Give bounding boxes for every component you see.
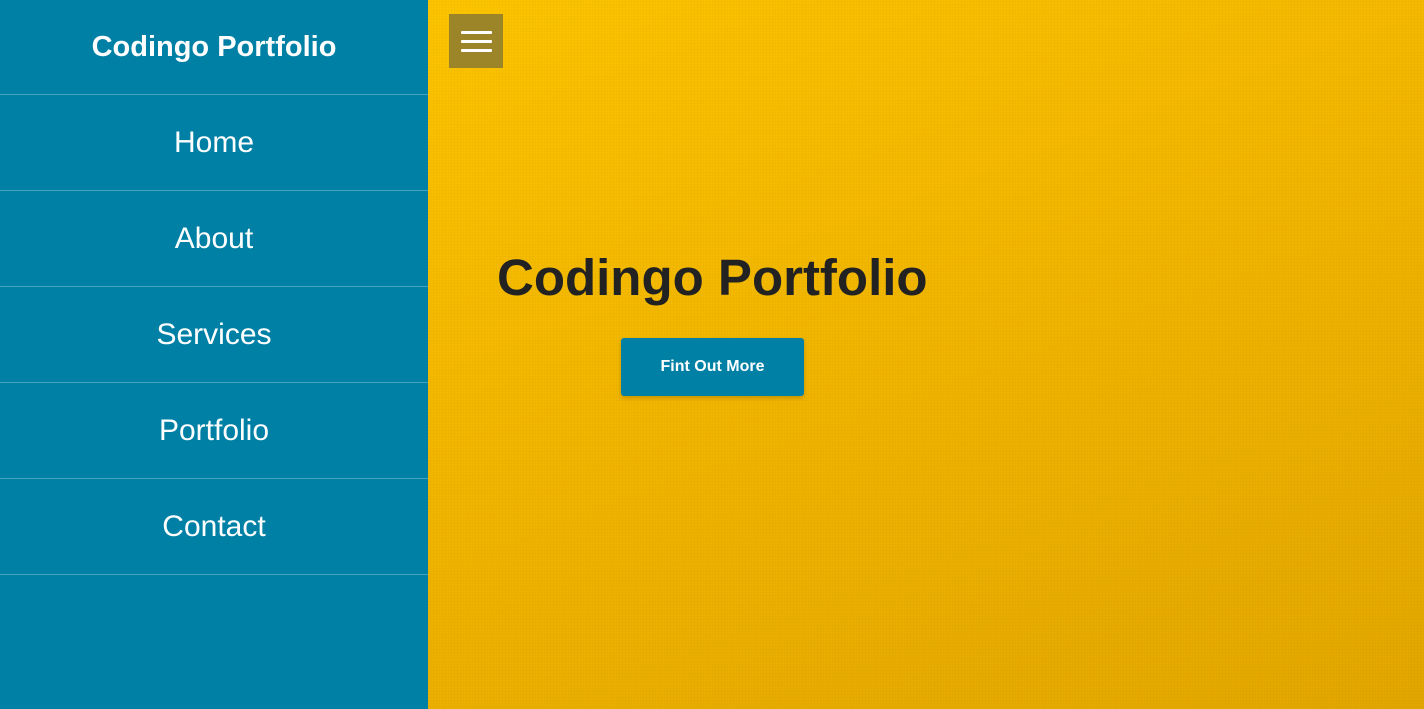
menu-toggle-button[interactable] xyxy=(449,14,503,68)
sidebar-item-contact[interactable]: Contact xyxy=(0,479,428,575)
sidebar-item-label: Portfolio xyxy=(158,413,270,447)
hamburger-menu-icon-bottom-bar xyxy=(460,48,492,52)
sidebar-item-about[interactable]: About xyxy=(0,191,428,287)
sidebar-brand[interactable]: Codingo Portfolio xyxy=(0,0,428,95)
sidebar-item-services[interactable]: Services xyxy=(0,287,428,383)
hero-title: Codingo Portfolio xyxy=(497,249,928,306)
find-out-more-button[interactable]: Fint Out More xyxy=(621,338,804,396)
sidebar-item-home[interactable]: Home xyxy=(0,95,428,191)
sidebar: Codingo Portfolio Home About Services Po… xyxy=(0,0,428,709)
sidebar-item-label: Services xyxy=(156,317,272,351)
sidebar-item-label: Home xyxy=(173,125,255,159)
sidebar-item-label: Contact xyxy=(162,509,266,543)
sidebar-brand-label: Codingo Portfolio xyxy=(91,30,337,63)
sidebar-item-portfolio[interactable]: Portfolio xyxy=(0,383,428,479)
hamburger-menu-icon-middle-bar xyxy=(460,39,492,43)
sidebar-item-label: About xyxy=(174,221,254,255)
hamburger-menu-icon xyxy=(460,30,492,34)
page: Codingo Portfolio Home About Services Po… xyxy=(0,0,1424,709)
